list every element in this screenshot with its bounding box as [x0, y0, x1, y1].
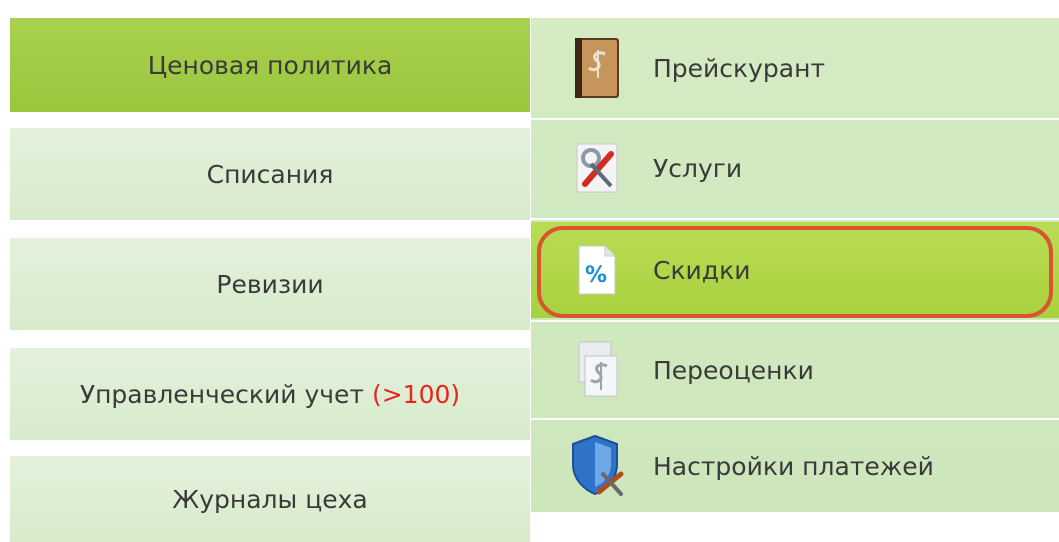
menu-item-shop-journals[interactable]: Журналы цеха — [10, 456, 530, 542]
menu-item-pricing-policy[interactable]: Ценовая политика — [10, 18, 530, 112]
submenu-item-label: Скидки — [653, 255, 751, 285]
count-badge: (>100) — [371, 379, 461, 409]
menu-item-label: Списания — [206, 159, 334, 189]
submenu-item-label: Прейскурант — [653, 53, 826, 83]
menu-item-audits[interactable]: Ревизии — [10, 238, 530, 330]
divider — [531, 218, 1059, 220]
menu-item-write-offs[interactable]: Списания — [10, 128, 530, 220]
submenu-item-price-list[interactable]: Прейскурант — [531, 20, 1059, 116]
discount-percent-icon: % — [569, 238, 625, 302]
submenu-item-discounts[interactable]: % Скидки — [531, 222, 1059, 318]
submenu-item-services[interactable]: Услуги — [531, 120, 1059, 216]
svg-text:%: % — [585, 263, 607, 288]
revaluation-dollar-icon — [569, 338, 625, 402]
menu-item-label: Ценовая политика — [147, 50, 393, 80]
services-tools-icon — [569, 136, 625, 200]
price-list-book-icon — [569, 36, 625, 100]
menu-item-label: Ревизии — [216, 269, 324, 299]
menu-item-label: Управленческий учет — [79, 379, 364, 409]
menu-item-label: Журналы цеха — [172, 484, 368, 514]
submenu-item-revaluations[interactable]: Переоценки — [531, 322, 1059, 418]
submenu-item-label: Переоценки — [653, 355, 814, 385]
submenu-item-label: Услуги — [653, 153, 743, 183]
menu-item-management-accounting[interactable]: Управленческий учет (>100) — [10, 348, 530, 440]
submenu-item-payment-settings[interactable]: Настройки платежей — [531, 418, 1059, 514]
payment-settings-shield-icon — [569, 434, 625, 498]
submenu-item-label: Настройки платежей — [653, 451, 934, 481]
